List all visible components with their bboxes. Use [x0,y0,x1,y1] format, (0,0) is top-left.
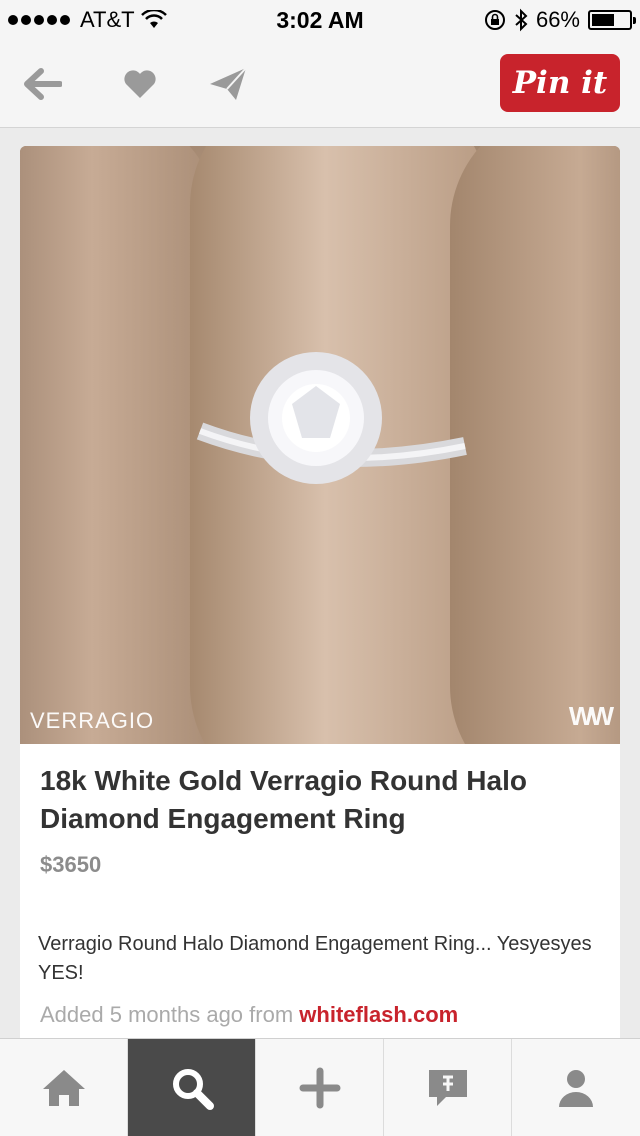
rotation-lock-icon [484,10,505,30]
news-icon [428,1070,467,1106]
pin-title: 18k White Gold Verragio Round Halo Diamo… [40,765,527,834]
home-icon [42,1070,85,1106]
status-right: 66% [484,7,636,33]
pin-price: $3650 [40,852,102,877]
source-link[interactable]: whiteflash.com [299,1002,458,1027]
pin-attribution: Added 5 months ago from whiteflash.com [40,1002,458,1028]
tab-home[interactable] [0,1039,128,1136]
whiteflash-logo: WW [568,701,614,731]
tab-profile[interactable] [512,1039,640,1136]
plus-icon [299,1067,340,1109]
battery-icon [588,10,636,30]
pin-it-button[interactable]: Pin it [500,54,620,112]
pin-card: VERRAGIO WW 18k White Gold Verragio Roun… [20,146,620,1106]
back-arrow-icon[interactable] [20,62,64,106]
battery-percent: 66% [535,7,580,32]
search-icon [172,1069,214,1110]
profile-icon [559,1070,593,1107]
status-bar: AT&T 3:02 AM 66% [0,0,640,40]
pin-description: Verragio Round Halo Diamond Engagement R… [38,933,592,984]
heart-icon[interactable] [118,62,162,106]
added-label: Added 5 months ago from [40,1002,294,1027]
send-icon[interactable] [206,62,250,106]
top-toolbar: Pin it [0,40,640,128]
tab-search[interactable] [128,1039,256,1136]
pin-image[interactable]: VERRAGIO WW [20,146,620,744]
bluetooth-icon [515,8,528,32]
bottom-tab-bar [0,1038,640,1136]
verragio-logo: VERRAGIO [30,708,155,733]
ring-illustration [196,352,467,484]
tab-news[interactable] [384,1039,512,1136]
tab-add[interactable] [256,1039,384,1136]
